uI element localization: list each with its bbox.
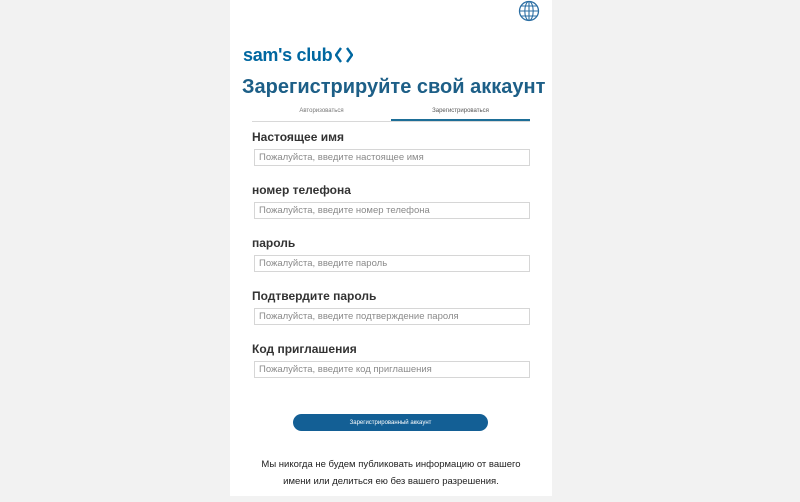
invite-code-input[interactable]: [254, 361, 530, 378]
auth-tabs: Авторизоваться Зарегистрироваться: [252, 103, 530, 122]
register-account-button[interactable]: Зарегистрированный аккаунт: [293, 414, 488, 431]
real-name-label: Настоящее имя: [252, 130, 344, 144]
logo-text: sam's club: [243, 44, 333, 65]
privacy-disclaimer: Мы никогда не будем публиковать информац…: [261, 459, 521, 487]
phone-label: номер телефона: [252, 183, 351, 197]
confirm-password-label: Подтвердите пароль: [252, 289, 377, 303]
phone-input[interactable]: [254, 202, 530, 219]
invite-code-label: Код приглашения: [252, 342, 357, 356]
password-input[interactable]: [254, 255, 530, 272]
tab-register[interactable]: Зарегистрироваться: [391, 103, 530, 121]
registration-page: sam's club Зарегистрируйте свой аккаунт …: [230, 0, 552, 496]
real-name-input[interactable]: [254, 149, 530, 166]
diamond-chevron-icon: [335, 47, 354, 63]
confirm-password-input[interactable]: [254, 308, 530, 325]
page-title: Зарегистрируйте свой аккаунт: [242, 76, 546, 98]
brand-logo: sam's club: [243, 44, 354, 66]
tab-login[interactable]: Авторизоваться: [252, 103, 391, 121]
password-label: пароль: [252, 236, 296, 250]
globe-icon[interactable]: [518, 0, 540, 22]
